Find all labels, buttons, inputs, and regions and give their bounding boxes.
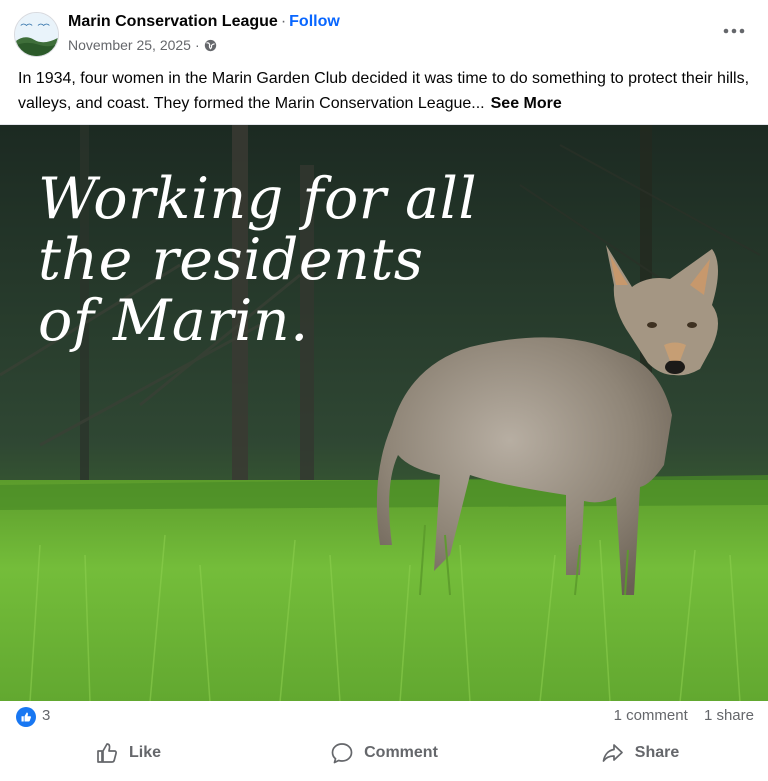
post-text: In 1934, four women in the Marin Garden … xyxy=(18,70,750,112)
see-more-link[interactable]: See More xyxy=(491,95,562,112)
post-header: Marin Conservation League · Follow Novembe… xyxy=(0,0,768,62)
post-action-bar: Like Comment Share xyxy=(0,733,768,773)
like-label: Like xyxy=(128,744,161,761)
title-line: Marin Conservation League · Follow xyxy=(68,13,340,31)
like-button[interactable]: Like xyxy=(0,733,256,773)
post-photo[interactable]: Working for all the residents of Marin. xyxy=(0,124,768,701)
page-avatar[interactable] xyxy=(14,12,59,57)
share-button[interactable]: Share xyxy=(512,733,768,773)
follow-button[interactable]: Follow xyxy=(289,13,340,30)
league-logo xyxy=(15,13,58,56)
post-date-link[interactable]: November 25, 2025 xyxy=(68,37,191,53)
photo-overlay-text: Working for all the residents of Marin. xyxy=(38,169,477,352)
share-count-link[interactable]: 1 share xyxy=(704,707,754,724)
thumbs-up-icon[interactable] xyxy=(16,707,36,727)
post-meta: November 25, 2025 · xyxy=(68,37,217,53)
comment-count-link[interactable]: 1 comment xyxy=(614,707,688,724)
comment-label: Comment xyxy=(364,744,438,761)
comment-button[interactable]: Comment xyxy=(256,733,512,773)
share-icon xyxy=(602,744,623,762)
comment-icon xyxy=(331,743,353,764)
post-body: In 1934, four women in the Marin Garden … xyxy=(18,66,758,116)
overlay-line-3: of Marin. xyxy=(38,288,309,354)
reaction-summary: 3 1 comment 1 share xyxy=(0,702,768,732)
title-separator: · xyxy=(280,13,287,30)
reaction-count[interactable]: 3 xyxy=(42,707,50,724)
globe-icon[interactable] xyxy=(204,39,217,52)
share-label: Share xyxy=(634,744,680,761)
page-name-link[interactable]: Marin Conservation League xyxy=(68,13,278,30)
overlay-line-1: Working for all xyxy=(38,166,478,232)
engagement-counts: 1 comment 1 share xyxy=(614,707,754,724)
more-options-icon[interactable] xyxy=(720,20,748,42)
meta-separator: · xyxy=(194,37,200,53)
overlay-line-2: the residents xyxy=(38,227,424,293)
like-icon xyxy=(97,743,117,763)
